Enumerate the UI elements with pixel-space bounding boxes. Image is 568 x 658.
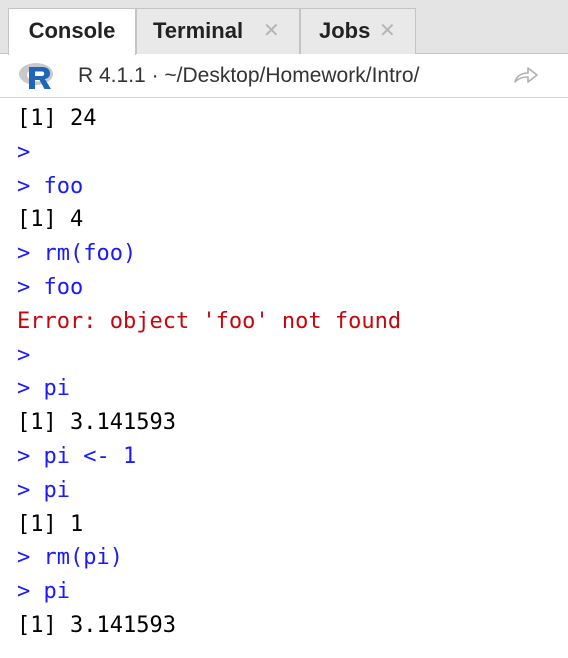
tab-console-label: Console: [28, 18, 116, 43]
goto-directory-icon[interactable]: [512, 64, 540, 88]
working-directory: R 4.1.1 · ~/Desktop/Homework/Intro/: [78, 54, 419, 98]
close-icon[interactable]: ✕: [379, 9, 396, 53]
console-input-line: > pi <- 1: [17, 443, 137, 469]
working-directory-path[interactable]: ~/Desktop/Homework/Intro/: [164, 64, 419, 87]
console-input-line: > foo: [17, 274, 84, 300]
console-input-line: > pi: [17, 477, 70, 503]
console-output-line: [1] 24: [17, 106, 97, 131]
tab-terminal-label: Terminal: [153, 18, 244, 43]
r-version: R 4.1.1: [78, 64, 146, 87]
console-output[interactable]: [1] 24 > > foo [1] 4 > rm(foo) > foo Error: ob…: [0, 98, 568, 658]
console-input-line: > pi: [17, 376, 70, 402]
console-pane: Console Terminal ✕ Jobs ✕ R 4.1.1 · ~/De…: [0, 0, 568, 658]
console-output-line: [1] 4: [17, 207, 84, 233]
console-output-line: [1] 1: [17, 511, 84, 537]
console-input-line: > rm(foo): [17, 241, 137, 267]
tab-jobs-label: Jobs: [319, 18, 371, 43]
tab-console[interactable]: Console: [8, 8, 136, 55]
console-error-line: Error: object 'foo' not found: [17, 308, 402, 334]
console-input-line: > rm(pi): [17, 545, 123, 571]
console-input-line: >: [17, 342, 31, 368]
console-output-line: [1] 3.141593: [17, 410, 176, 436]
console-toolbar: R 4.1.1 · ~/Desktop/Homework/Intro/: [0, 54, 568, 98]
close-icon[interactable]: ✕: [263, 9, 280, 53]
console-output-line: [1] 3.141593: [17, 612, 176, 638]
path-separator: ·: [151, 64, 159, 87]
console-input-line: >: [17, 139, 31, 165]
console-input-line: > pi: [17, 579, 70, 605]
r-logo-icon: [19, 63, 53, 89]
console-input-line: > foo: [17, 173, 84, 199]
tab-bar: Console Terminal ✕ Jobs ✕: [0, 0, 568, 55]
tab-jobs[interactable]: Jobs ✕: [300, 8, 416, 54]
tab-terminal[interactable]: Terminal ✕: [136, 8, 300, 54]
